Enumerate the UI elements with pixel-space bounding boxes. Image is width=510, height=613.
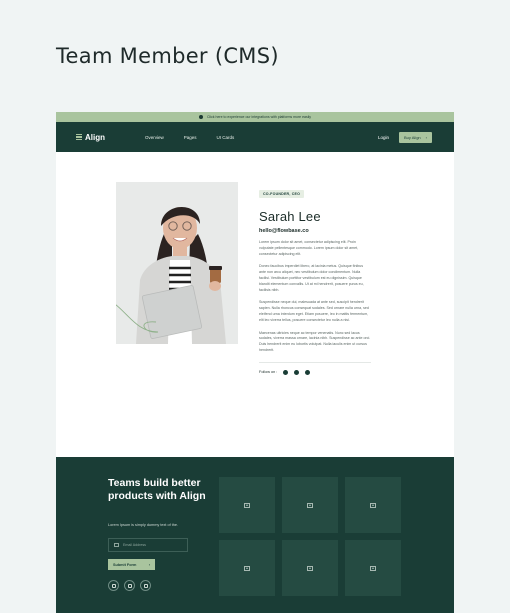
website-preview: Click here to experience our integration… xyxy=(56,112,454,613)
cta-title: Teams build better products with Align xyxy=(108,477,206,502)
buy-align-button[interactable]: Buy Align › xyxy=(398,131,432,143)
navbar: Align Overview Pages UI Cards Login Buy … xyxy=(56,122,454,152)
submit-form-button[interactable]: Submit Form › xyxy=(108,559,155,570)
logo-text: Align xyxy=(85,132,105,142)
divider xyxy=(259,361,371,363)
submit-label: Submit Form xyxy=(113,562,137,567)
twitter-icon[interactable] xyxy=(124,580,135,591)
image-icon xyxy=(307,565,313,571)
image-icon xyxy=(244,565,250,571)
gallery-tile[interactable] xyxy=(282,540,338,596)
gallery-tile[interactable] xyxy=(345,540,401,596)
nav-links: Overview Pages UI Cards xyxy=(145,135,234,140)
nav-link-overview[interactable]: Overview xyxy=(145,135,164,140)
bio-paragraph: Lorem ipsum dolor sit amet, consectetur … xyxy=(259,240,359,256)
member-bio: Lorem ipsum dolor sit amet, consectetur … xyxy=(259,240,371,354)
gallery-tile[interactable] xyxy=(345,477,401,533)
member-name: Sarah Lee xyxy=(259,209,321,224)
bio-paragraph: Donec faucibus imperdiet libero, at laci… xyxy=(259,264,364,292)
footer-cta: Teams build better products with Align L… xyxy=(56,457,454,613)
chevron-right-icon: › xyxy=(148,562,150,567)
announcement-text: Click here to experience our integration… xyxy=(206,115,312,119)
chevron-right-icon: › xyxy=(425,134,427,140)
buy-align-label: Buy Align xyxy=(403,134,421,140)
facebook-icon[interactable] xyxy=(108,580,119,591)
logo[interactable]: Align xyxy=(76,133,105,142)
role-badge: CO-FOUNDER, CEO xyxy=(259,190,305,198)
gallery-tile[interactable] xyxy=(219,540,275,596)
twitter-icon[interactable] xyxy=(305,369,311,375)
bio-paragraph: Suspendisse neque dui, malesuada at ante… xyxy=(259,300,369,322)
bio-paragraph: Maecenas ultricies neque ac tempor venen… xyxy=(259,330,371,352)
gallery-tile[interactable] xyxy=(282,477,338,533)
follow-label: Follow on : xyxy=(259,370,278,375)
member-email[interactable]: hello@flowbase.co xyxy=(259,228,371,234)
image-icon xyxy=(307,502,313,508)
instagram-icon[interactable] xyxy=(294,369,300,375)
instagram-icon[interactable] xyxy=(140,580,151,591)
email-field[interactable]: Email Address xyxy=(108,538,188,552)
mail-icon xyxy=(114,543,119,547)
image-gallery xyxy=(219,477,401,596)
nav-link-ui-cards[interactable]: UI Cards xyxy=(217,135,235,140)
image-icon xyxy=(370,565,376,571)
cta-subtitle: Lorem Ipsum is simply dummy text of the. xyxy=(108,523,179,527)
follow-row: Follow on : xyxy=(259,369,371,375)
nav-actions: Login Buy Align › xyxy=(378,131,432,143)
email-placeholder: Email Address xyxy=(123,543,146,547)
info-icon xyxy=(198,115,203,119)
profile-info: CO-FOUNDER, CEO Sarah Lee hello@flowbase… xyxy=(259,182,371,375)
facebook-icon[interactable] xyxy=(283,369,289,375)
image-icon xyxy=(370,502,376,508)
login-link[interactable]: Login xyxy=(378,135,389,140)
page-title: Team Member (CMS) xyxy=(56,44,279,68)
profile-photo xyxy=(116,182,238,344)
gallery-tile[interactable] xyxy=(219,477,275,533)
footer-socials xyxy=(108,580,151,591)
profile-section: CO-FOUNDER, CEO Sarah Lee hello@flowbase… xyxy=(56,152,454,457)
announcement-bar[interactable]: Click here to experience our integration… xyxy=(56,112,454,122)
image-icon xyxy=(244,502,250,508)
nav-link-pages[interactable]: Pages xyxy=(184,135,197,140)
logo-icon xyxy=(76,133,82,141)
